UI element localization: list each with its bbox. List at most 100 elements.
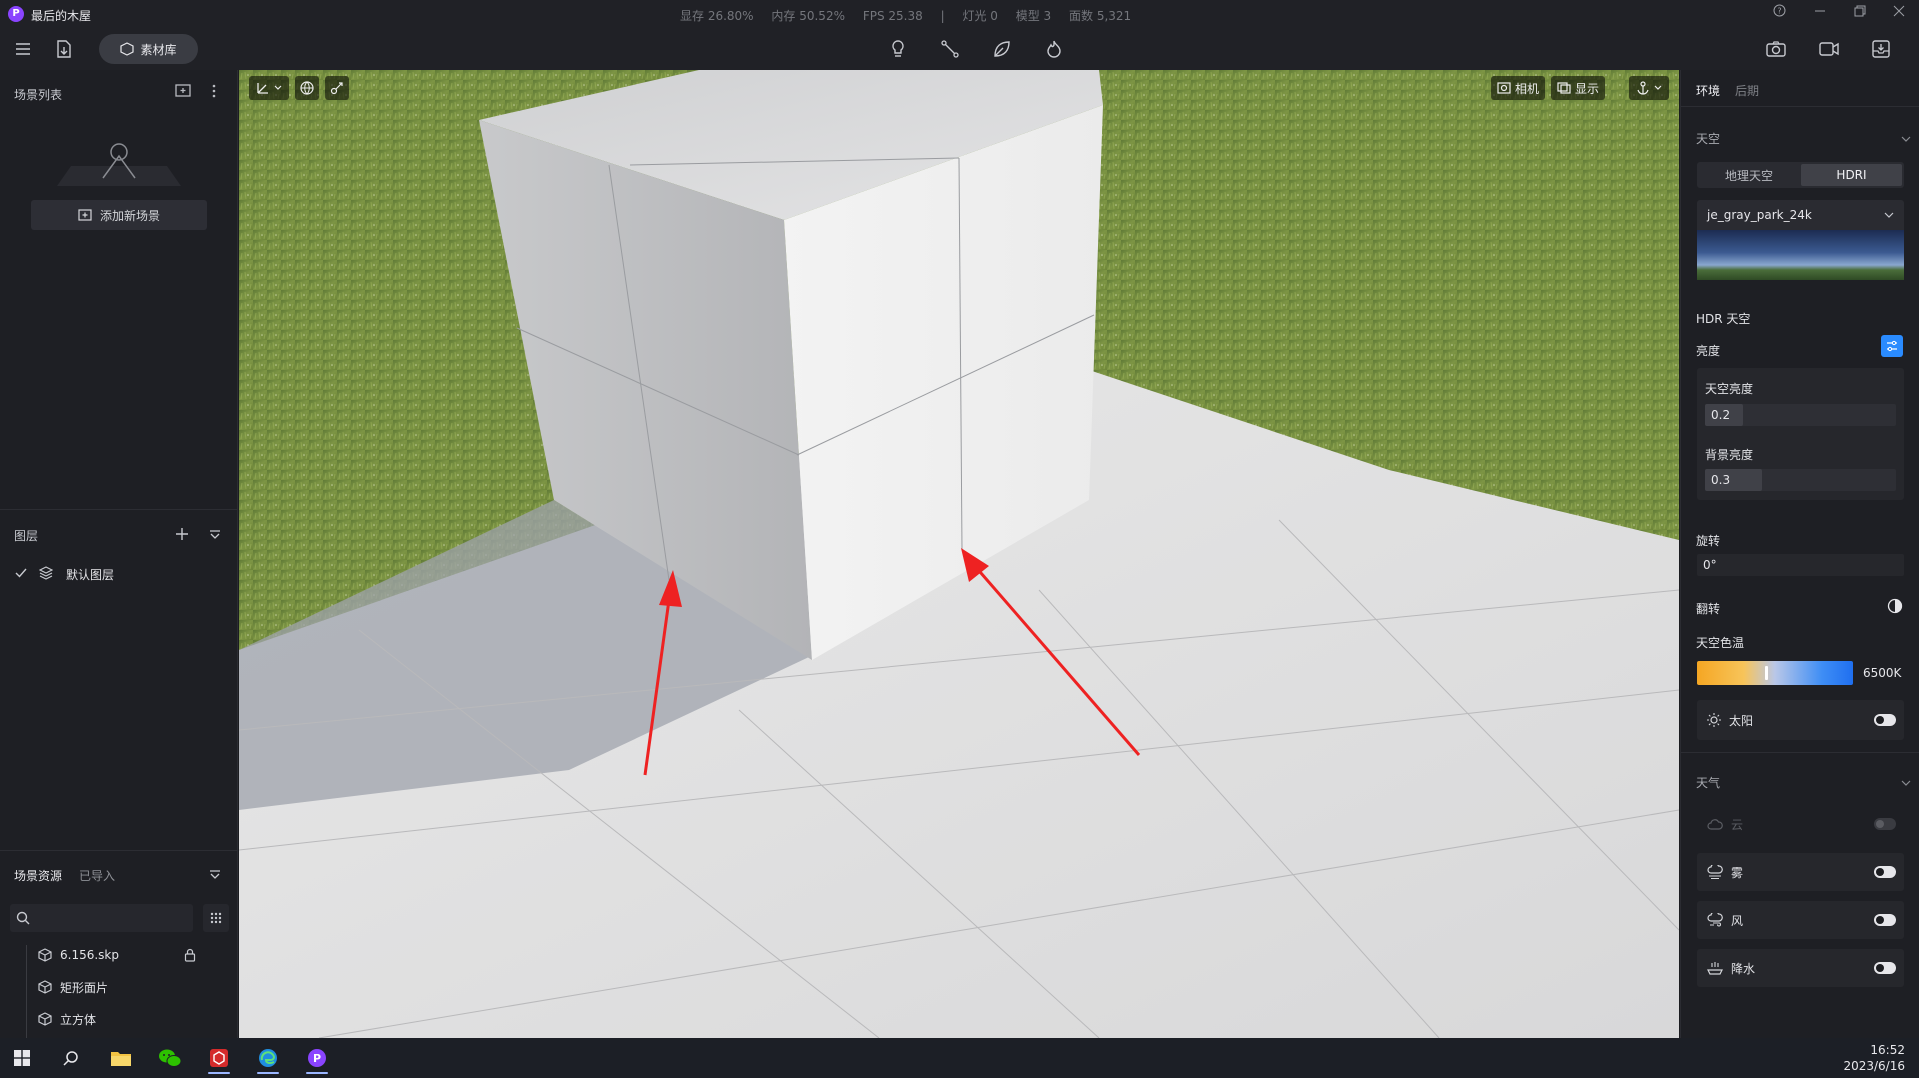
restore-icon[interactable] — [1846, 4, 1874, 24]
sky-section-title: 天空 — [1696, 132, 1721, 146]
snap-icon[interactable] — [325, 76, 349, 100]
render-output-icon[interactable] — [1867, 35, 1895, 63]
hdri-preview-image[interactable] — [1697, 230, 1904, 280]
close-icon[interactable] — [1885, 4, 1913, 24]
hdr-sky-label: HDR 天空 — [1696, 312, 1751, 326]
cloud-label: 云 — [1731, 817, 1744, 832]
import-file-icon[interactable] — [50, 35, 78, 63]
layers-collapse-icon[interactable] — [209, 529, 221, 543]
precipitation-row: 降水 — [1697, 949, 1904, 987]
cloud-toggle[interactable] — [1874, 818, 1896, 830]
sky-mode-hdri[interactable]: HDRI — [1801, 164, 1902, 186]
tab-scene-assets[interactable]: 场景资源 — [14, 867, 62, 884]
view-options-button[interactable] — [1629, 76, 1669, 100]
globe-icon[interactable] — [295, 76, 319, 100]
vram-stat: 显存 26.80% — [680, 9, 754, 23]
chevron-down-icon[interactable] — [1901, 776, 1911, 790]
rotation-input[interactable]: 0° — [1697, 554, 1904, 576]
title-bar: P 最后的木屋 显存 26.80% 内存 50.52% FPS 25.38 | … — [0, 0, 1919, 28]
render-app-icon[interactable]: P — [298, 1042, 336, 1074]
add-scene-button-icon — [78, 209, 92, 221]
scene-list-title: 场景列表 — [14, 88, 63, 102]
lock-icon[interactable] — [184, 948, 196, 965]
tab-post[interactable]: 后期 — [1735, 82, 1759, 99]
transform-mode-button[interactable] — [249, 76, 289, 100]
chevron-down-icon — [1654, 85, 1662, 90]
path-tool-icon[interactable] — [936, 35, 964, 63]
precipitation-toggle[interactable] — [1874, 962, 1896, 974]
tab-imported[interactable]: 已导入 — [79, 867, 115, 884]
hdri-name: je_gray_park_24k — [1707, 208, 1812, 222]
scene-render[interactable] — [239, 70, 1679, 1038]
rotation-label: 旋转 — [1696, 534, 1721, 548]
display-icon — [1557, 82, 1571, 94]
lights-stat: 灯光 0 — [962, 9, 998, 23]
bg-brightness-label: 背景亮度 — [1705, 448, 1754, 462]
edge-browser-icon[interactable] — [249, 1042, 287, 1074]
leaf-icon[interactable] — [988, 35, 1016, 63]
assets-collapse-icon[interactable] — [209, 869, 221, 883]
grid-view-icon[interactable] — [203, 904, 229, 932]
chevron-down-icon[interactable] — [1901, 132, 1911, 146]
hdri-select[interactable]: je_gray_park_24k — [1697, 200, 1904, 230]
asset-name: 6.156.skp — [60, 948, 119, 962]
3d-viewport[interactable]: 相机 显示 — [239, 70, 1679, 1038]
precipitation-icon — [1707, 962, 1723, 975]
effects-icon[interactable] — [1040, 35, 1068, 63]
panel-divider — [0, 850, 238, 851]
layers-icon — [38, 566, 54, 583]
cube-icon — [38, 948, 52, 962]
flip-label: 翻转 — [1696, 602, 1721, 616]
tab-divider — [1681, 106, 1919, 107]
sketchup-icon[interactable] — [200, 1042, 238, 1074]
camera-label: 相机 — [1514, 81, 1539, 96]
video-record-icon[interactable] — [1815, 35, 1843, 63]
brightness-label: 亮度 — [1696, 344, 1721, 358]
material-library-button[interactable]: 素材库 — [99, 34, 198, 64]
add-scene-icon[interactable] — [175, 84, 191, 101]
flip-toggle-icon[interactable] — [1887, 598, 1903, 617]
bg-brightness-slider[interactable]: 0.3 — [1705, 469, 1896, 491]
taskbar-clock[interactable]: 16:52 2023/6/16 — [1843, 1042, 1905, 1074]
camera-button[interactable]: 相机 — [1491, 76, 1545, 100]
taskbar-search-icon[interactable] — [52, 1042, 90, 1074]
screenshot-camera-icon[interactable] — [1762, 35, 1790, 63]
light-bulb-icon[interactable] — [884, 35, 912, 63]
help-icon[interactable]: ? — [1765, 4, 1793, 24]
scene-more-icon[interactable] — [212, 84, 216, 101]
sky-mode-physical[interactable]: 地理天空 — [1699, 164, 1799, 186]
sky-brightness-value: 0.2 — [1711, 408, 1731, 422]
add-new-scene-button[interactable]: 添加新场景 — [31, 200, 207, 230]
check-icon[interactable] — [15, 567, 27, 581]
layer-row[interactable]: 默认图层 — [0, 560, 238, 588]
memory-stat: 内存 50.52% — [771, 9, 845, 23]
slider-thumb[interactable] — [1765, 666, 1768, 680]
fog-toggle[interactable] — [1874, 866, 1896, 878]
add-layer-icon[interactable] — [175, 527, 189, 544]
sun-toggle[interactable] — [1874, 714, 1896, 726]
sun-row: 太阳 — [1697, 700, 1904, 740]
tab-environment[interactable]: 环境 — [1696, 82, 1720, 99]
windows-start-icon[interactable] — [3, 1042, 41, 1074]
file-explorer-icon[interactable] — [102, 1042, 140, 1074]
display-button[interactable]: 显示 — [1551, 76, 1605, 100]
brightness-group: 天空亮度 0.2 背景亮度 0.3 — [1697, 368, 1904, 500]
asset-item[interactable]: 矩形面片 — [38, 974, 108, 1000]
adjust-sliders-icon[interactable] — [1881, 335, 1903, 357]
stats-separator: | — [940, 9, 945, 23]
wechat-icon[interactable] — [151, 1042, 189, 1074]
sky-brightness-slider[interactable]: 0.2 — [1705, 404, 1896, 426]
clock-time: 16:52 — [1870, 1043, 1905, 1057]
color-temp-slider[interactable] — [1697, 661, 1853, 685]
chevron-down-icon — [1884, 212, 1894, 218]
asset-item[interactable]: 立方体 — [38, 1006, 96, 1032]
wind-toggle[interactable] — [1874, 914, 1896, 926]
minimize-icon[interactable] — [1806, 4, 1834, 24]
svg-text:?: ? — [1777, 7, 1781, 16]
menu-icon[interactable] — [9, 35, 37, 63]
display-label: 显示 — [1574, 81, 1599, 96]
asset-item[interactable]: 6.156.skp — [38, 942, 119, 968]
fps-stat: FPS 25.38 — [862, 9, 923, 23]
asset-search-input[interactable] — [10, 904, 193, 932]
cube-icon — [38, 1012, 52, 1026]
